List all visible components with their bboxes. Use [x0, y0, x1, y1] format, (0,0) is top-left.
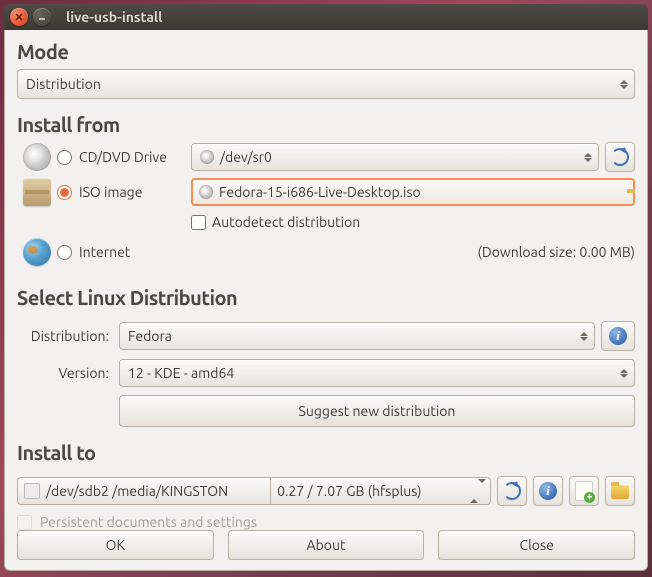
cd-refresh-button[interactable] — [605, 142, 635, 172]
refresh-icon — [611, 148, 629, 166]
source-row-iso: ISO image Fedora-15-i686-Live-Desktop.is… — [17, 178, 635, 206]
button-row: OK About Close — [17, 530, 635, 560]
window-body: Mode Distribution Install from CD/DVD Dr… — [4, 30, 648, 571]
iso-file-picker[interactable]: Fedora-15-i686-Live-Desktop.iso — [191, 178, 635, 206]
source-row-internet: Internet (Download size: 0.00 MB) — [17, 238, 635, 266]
autodetect-row: Autodetect distribution — [191, 214, 635, 230]
chevron-updown-icon — [470, 483, 486, 499]
persistent-checkbox — [17, 515, 32, 530]
close-icon — [14, 12, 24, 22]
close-button[interactable]: Close — [438, 530, 635, 560]
autodetect-label: Autodetect distribution — [212, 214, 360, 230]
source-label-internet: Internet — [79, 244, 191, 260]
refresh-icon — [503, 482, 521, 500]
close-button-label: Close — [520, 537, 554, 553]
about-button[interactable]: About — [228, 530, 425, 560]
source-radio-internet[interactable] — [57, 245, 72, 260]
folder-open-icon — [611, 485, 629, 499]
suggest-distribution-label: Suggest new distribution — [299, 403, 456, 419]
target-add-button[interactable] — [569, 476, 599, 506]
download-size-text: (Download size: 0.00 MB) — [477, 244, 635, 260]
chevron-updown-icon — [614, 369, 628, 378]
cd-icon — [23, 143, 51, 171]
mode-heading: Mode — [17, 40, 635, 63]
persistent-row: Persistent documents and settings — [17, 514, 635, 530]
target-device-dropdown[interactable]: /dev/sdb2 /media/KINGSTON 0.27 / 7.07 GB… — [17, 477, 491, 505]
disc-icon — [200, 150, 214, 164]
distribution-label: Distribution: — [17, 328, 113, 344]
mode-dropdown[interactable]: Distribution — [17, 69, 635, 99]
mode-dropdown-value: Distribution — [26, 76, 101, 92]
install-to-heading: Install to — [17, 441, 635, 464]
install-to-row: /dev/sdb2 /media/KINGSTON 0.27 / 7.07 GB… — [17, 476, 635, 506]
install-from-heading: Install from — [17, 113, 635, 136]
target-device-capacity: 0.27 / 7.07 GB (hfsplus) — [277, 483, 421, 499]
ok-button[interactable]: OK — [17, 530, 214, 560]
distribution-value: Fedora — [128, 328, 172, 344]
globe-icon — [23, 238, 51, 266]
cd-device-value: /dev/sr0 — [220, 149, 272, 165]
chevron-updown-icon — [614, 80, 628, 89]
package-icon — [23, 178, 51, 206]
distribution-dropdown[interactable]: Fedora — [119, 322, 595, 350]
target-browse-button[interactable] — [605, 476, 635, 506]
document-add-icon — [575, 481, 593, 501]
version-label: Version: — [17, 365, 113, 381]
ok-button-label: OK — [106, 537, 125, 553]
version-dropdown[interactable]: 12 - KDE - amd64 — [119, 359, 635, 387]
source-label-cd: CD/DVD Drive — [79, 149, 191, 165]
target-device-path: /dev/sdb2 /media/KINGSTON — [46, 483, 228, 499]
info-icon: i — [539, 482, 557, 500]
about-button-label: About — [307, 537, 346, 553]
minimize-icon — [37, 12, 47, 22]
titlebar: live-usb-install — [4, 4, 648, 30]
select-dist-heading: Select Linux Distribution — [17, 286, 635, 309]
info-icon: i — [609, 327, 627, 345]
autodetect-checkbox[interactable] — [191, 215, 206, 230]
chevron-updown-icon — [578, 153, 592, 162]
select-dist-grid: Distribution: Fedora i Version: 12 - KDE… — [17, 321, 635, 427]
disc-icon — [199, 185, 213, 199]
source-label-iso: ISO image — [79, 184, 191, 200]
chevron-updown-icon — [574, 332, 588, 341]
target-refresh-button[interactable] — [497, 476, 527, 506]
window-title: live-usb-install — [66, 9, 162, 25]
target-info-button[interactable]: i — [533, 476, 563, 506]
iso-file-name: Fedora-15-i686-Live-Desktop.iso — [219, 184, 421, 200]
persistent-label: Persistent documents and settings — [40, 514, 257, 530]
suggest-distribution-button[interactable]: Suggest new distribution — [119, 395, 635, 427]
source-row-cd: CD/DVD Drive /dev/sr0 — [17, 142, 635, 172]
source-radio-cd[interactable] — [57, 150, 72, 165]
cd-device-dropdown[interactable]: /dev/sr0 — [191, 143, 599, 171]
version-value: 12 - KDE - amd64 — [128, 365, 234, 381]
source-radio-iso[interactable] — [57, 185, 72, 200]
window-minimize-button[interactable] — [33, 8, 51, 26]
distribution-info-button[interactable]: i — [601, 321, 635, 351]
drive-icon — [24, 483, 40, 499]
window-close-button[interactable] — [10, 8, 28, 26]
